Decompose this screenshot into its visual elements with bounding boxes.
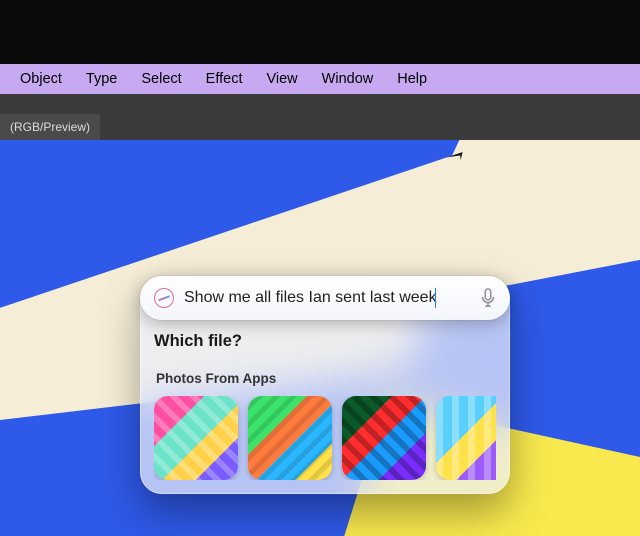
spotlight-prompt-title: Which file? (154, 332, 496, 351)
photo-thumbnail[interactable] (342, 396, 426, 480)
menu-window[interactable]: Window (310, 71, 386, 87)
document-tab-strip: (RGB/Preview) (0, 114, 640, 140)
control-bar-region (0, 94, 640, 114)
spotlight-thumbnail-row (154, 396, 496, 480)
photo-thumbnail[interactable] (436, 396, 496, 480)
menu-object[interactable]: Object (8, 71, 74, 87)
photo-thumbnail[interactable] (154, 396, 238, 480)
document-tab-label: (RGB/Preview) (10, 120, 90, 134)
menu-select[interactable]: Select (129, 71, 193, 87)
menu-effect[interactable]: Effect (194, 71, 255, 87)
app-menubar: Object Type Select Effect View Window He… (0, 64, 640, 94)
photo-thumbnail[interactable] (248, 396, 332, 480)
spotlight-search-bar[interactable]: Show me all files Ian sent last week (140, 276, 510, 320)
text-cursor (435, 288, 437, 308)
menu-type[interactable]: Type (74, 71, 129, 87)
spotlight-query-text: Show me all files Ian sent last week (184, 289, 437, 306)
siri-icon (154, 288, 174, 308)
window-titlebar-region (0, 0, 640, 64)
menu-help[interactable]: Help (385, 71, 439, 87)
menu-view[interactable]: View (254, 71, 309, 87)
document-tab[interactable]: (RGB/Preview) (0, 114, 100, 140)
microphone-icon[interactable] (480, 288, 496, 308)
spotlight-section-label: Photos From Apps (154, 371, 496, 386)
spotlight-search-input[interactable]: Show me all files Ian sent last week (184, 288, 470, 308)
